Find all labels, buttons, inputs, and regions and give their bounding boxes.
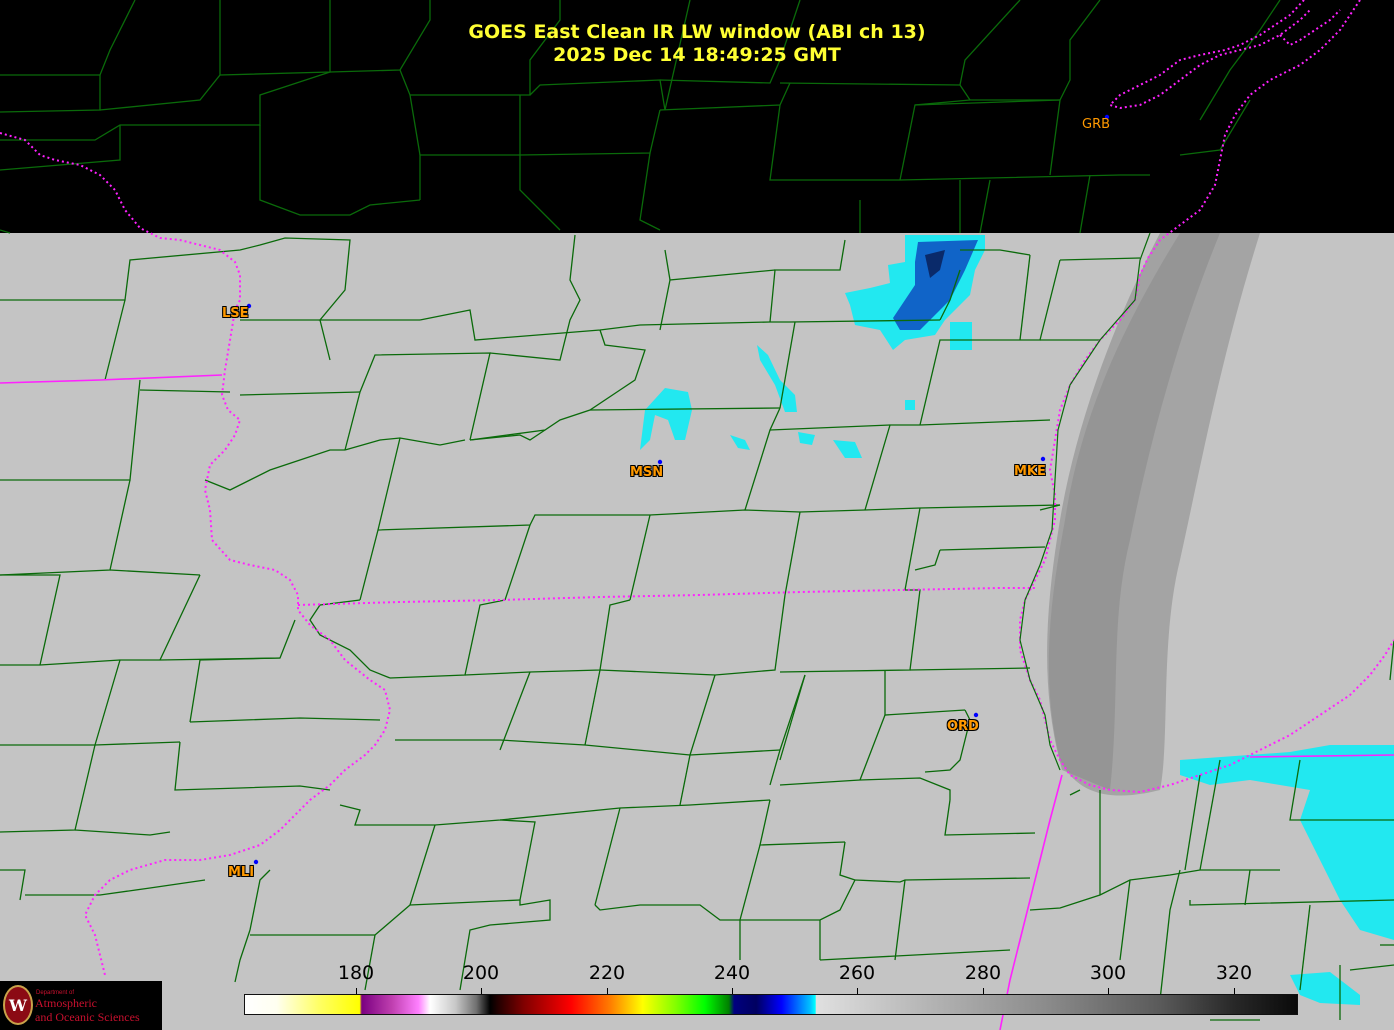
map-timestamp: 2025 Dec 14 18:49:25 GMT: [553, 44, 841, 66]
satellite-ir-map: [0, 0, 1394, 1030]
city-label-ord: ORD: [947, 719, 979, 734]
tick-label-280: 280: [964, 962, 1002, 984]
tick-label-220: 220: [588, 962, 626, 984]
tick-label-320: 320: [1215, 962, 1253, 984]
tick-label-200: 200: [462, 962, 500, 984]
city-label-grb: GRB: [1082, 117, 1111, 132]
tick-label-240: 240: [713, 962, 751, 984]
ord-marker: [973, 712, 979, 718]
temperature-colorbar: [244, 994, 1298, 1015]
city-label-mli: MLI: [228, 865, 255, 880]
city-label-lse: LSE: [222, 306, 249, 321]
uw-seal-icon: W: [3, 985, 33, 1025]
tick-label-180: 180: [337, 962, 375, 984]
tick-label-300: 300: [1089, 962, 1127, 984]
city-label-mke: MKE: [1014, 464, 1046, 479]
mke-marker: [1040, 456, 1046, 462]
mli-marker: [253, 859, 259, 865]
logo-oceanic-text: and Oceanic Sciences: [35, 1010, 140, 1024]
aos-logo: W Department of Atmospheric and Oceanic …: [0, 981, 162, 1030]
tick-label-260: 260: [838, 962, 876, 984]
city-label-msn: MSN: [630, 465, 664, 480]
msn-marker: [657, 459, 663, 465]
logo-atmospheric-text: Atmospheric: [35, 996, 97, 1010]
map-title: GOES East Clean IR LW window (ABI ch 13): [468, 21, 926, 43]
